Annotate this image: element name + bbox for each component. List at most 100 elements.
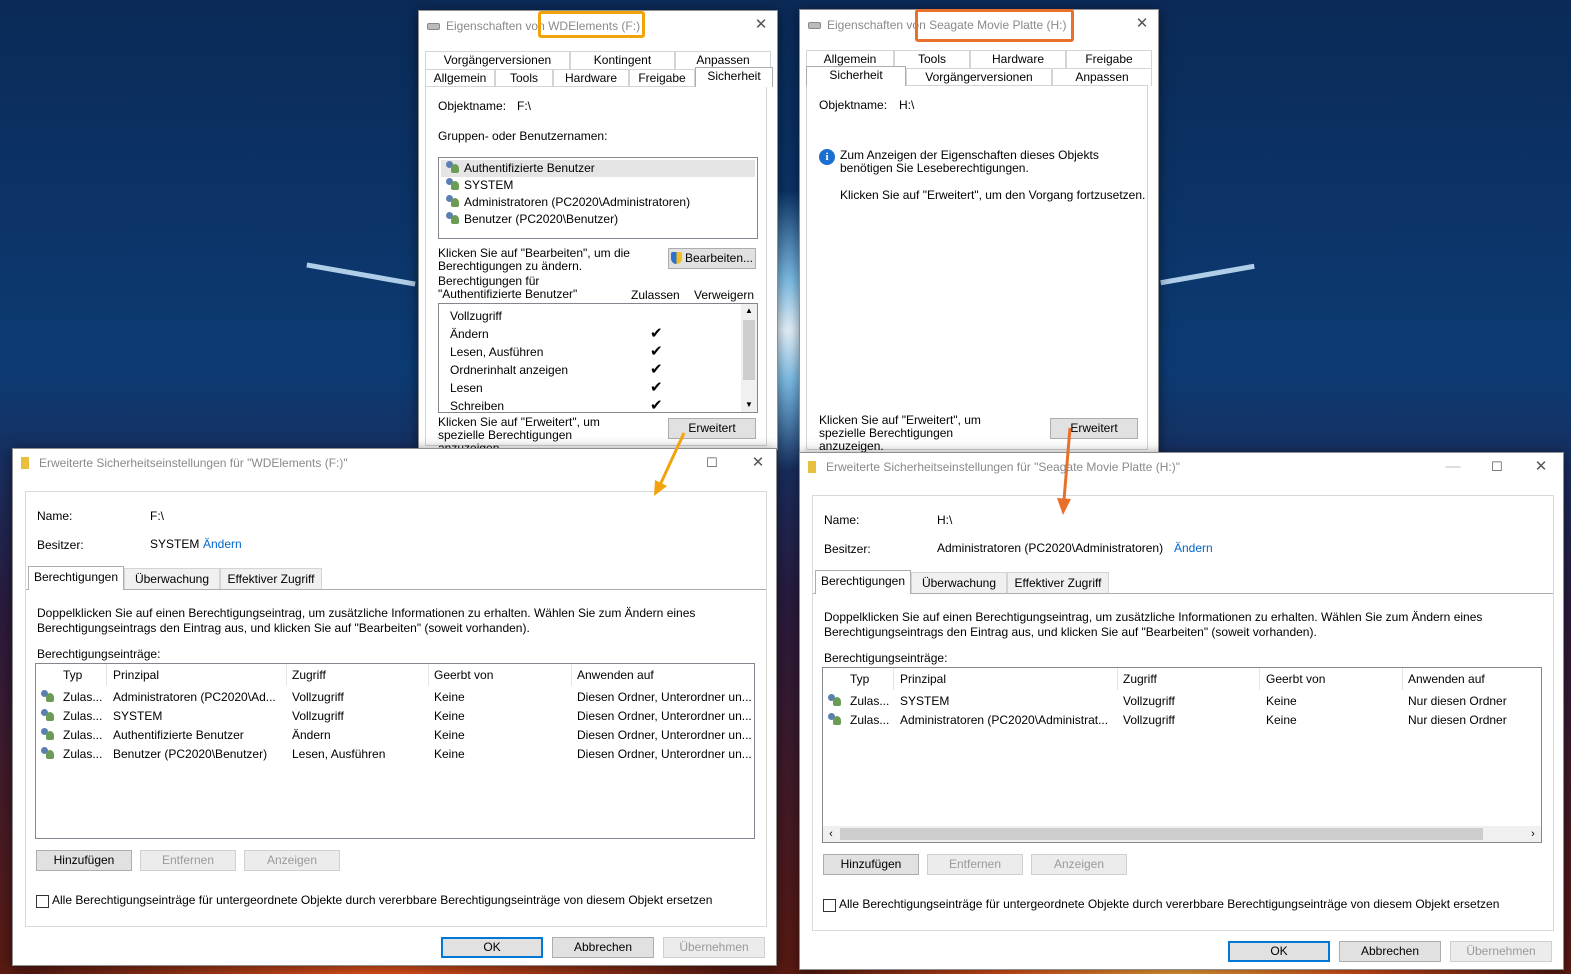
close-icon[interactable]: ✕ xyxy=(750,455,766,471)
tab-vorgaengerversionen[interactable]: Vorgängerversionen xyxy=(425,51,570,69)
column-header[interactable]: Typ xyxy=(63,668,82,682)
tab-hardware[interactable]: Hardware xyxy=(553,69,629,87)
scroll-thumb[interactable] xyxy=(743,320,755,380)
minimize-icon[interactable]: — xyxy=(1445,459,1461,475)
table-row[interactable]: Zulas... Administratoren (PC2020\Ad... Vol… xyxy=(40,688,752,707)
tab-berechtigungen[interactable]: Berechtigungen xyxy=(28,566,124,590)
horizontal-scrollbar[interactable]: ‹ › xyxy=(823,826,1541,842)
add-button[interactable]: Hinzufügen xyxy=(823,854,919,875)
tab-sicherheit[interactable]: Sicherheit xyxy=(806,66,906,86)
table-row[interactable]: Zulas... Authentifizierte Benutzer Ändern K… xyxy=(40,726,752,745)
tab-freigabe[interactable]: Freigabe xyxy=(1066,50,1152,68)
tab-berechtigungen[interactable]: Berechtigungen xyxy=(815,570,911,594)
edit-button[interactable]: Bearbeiten... xyxy=(668,248,756,269)
close-icon[interactable]: ✕ xyxy=(1134,16,1150,32)
tab-effektiver-zugriff[interactable]: Effektiver Zugriff xyxy=(220,568,322,590)
owner-label: Besitzer: xyxy=(37,538,84,552)
add-button[interactable]: Hinzufügen xyxy=(36,850,132,871)
checkmark-icon: ✔ xyxy=(650,325,663,342)
groups-list[interactable]: Authentifizierte Benutzer SYSTEM Adminis… xyxy=(438,157,758,239)
name-value: H:\ xyxy=(937,513,953,527)
highlight-box xyxy=(538,11,645,38)
column-allow: Zulassen xyxy=(631,288,680,302)
cancel-button[interactable]: Abbrechen xyxy=(552,937,654,958)
table-row[interactable]: Zulas... SYSTEM Vollzugriff Keine Diesen Ord… xyxy=(40,707,752,726)
folder-lock-icon xyxy=(808,461,816,473)
column-header[interactable]: Geerbt von xyxy=(1266,672,1325,686)
scroll-right-icon[interactable]: › xyxy=(1525,826,1541,842)
list-item[interactable]: SYSTEM xyxy=(441,177,517,194)
table-row[interactable]: Zulas... SYSTEM Vollzugriff Keine Nur diesen… xyxy=(827,692,1537,711)
highlight-box xyxy=(915,9,1074,42)
tab-freigabe[interactable]: Freigabe xyxy=(629,69,695,87)
scroll-down-icon[interactable]: ▼ xyxy=(741,398,757,412)
properties-window-right: Eigenschaften von Seagate Movie Platte (… xyxy=(799,9,1159,454)
column-header[interactable]: Zugriff xyxy=(292,668,326,682)
change-owner-link[interactable]: Ändern xyxy=(1174,541,1213,555)
arrow-annotation-right xyxy=(1057,427,1072,515)
ok-button[interactable]: OK xyxy=(1228,941,1330,962)
security-panel: Objektname: H:\ i Zum Anzeigen der Eigen… xyxy=(806,85,1148,453)
object-label: Objektname: xyxy=(438,99,507,113)
column-header[interactable]: Geerbt von xyxy=(434,668,493,682)
close-icon[interactable]: ✕ xyxy=(753,17,769,33)
remove-button[interactable]: Entfernen xyxy=(140,850,236,871)
tab-hardware[interactable]: Hardware xyxy=(970,50,1066,68)
info-text: Doppelklicken Sie auf einen Berechtigung… xyxy=(824,610,1483,639)
tab-vorgaengerversionen[interactable]: Vorgängerversionen xyxy=(906,68,1052,86)
tab-anpassen[interactable]: Anpassen xyxy=(1052,68,1152,86)
drive-icon xyxy=(427,22,440,30)
apply-button[interactable]: Übernehmen xyxy=(663,937,765,958)
users-icon xyxy=(445,212,461,225)
table-row[interactable]: Zulas... Administratoren (PC2020\Administ… xyxy=(827,711,1537,730)
cancel-button[interactable]: Abbrechen xyxy=(1339,941,1441,962)
groups-label: Gruppen- oder Benutzernamen: xyxy=(438,129,608,143)
scroll-up-icon[interactable]: ▲ xyxy=(741,304,757,318)
users-icon xyxy=(445,195,461,208)
table-row[interactable]: Zulas... Benutzer (PC2020\Benutzer) Lesen,… xyxy=(40,745,752,764)
ok-button[interactable]: OK xyxy=(441,937,543,958)
permissions-list[interactable]: Vollzugriff Ändern Lesen, Ausführen Ordn… xyxy=(438,303,758,413)
close-icon[interactable]: ✕ xyxy=(1533,459,1549,475)
table-header: Typ Prinzipal Zugriff Geerbt von Anwende… xyxy=(36,664,754,686)
maximize-icon[interactable]: ☐ xyxy=(704,455,720,471)
permission-entries-table[interactable]: Typ Prinzipal Zugriff Geerbt von Anwende… xyxy=(35,663,755,839)
tab-allgemein[interactable]: Allgemein xyxy=(425,69,495,87)
maximize-icon[interactable]: ☐ xyxy=(1489,459,1505,475)
info-text: Zum Anzeigen der Eigenschaften dieses Ob… xyxy=(840,148,1099,175)
scroll-left-icon[interactable]: ‹ xyxy=(823,826,839,842)
view-button[interactable]: Anzeigen xyxy=(244,850,340,871)
content-area: Name: F:\ Besitzer: SYSTEM Ändern Berech… xyxy=(25,491,767,927)
column-header[interactable]: Zugriff xyxy=(1123,672,1157,686)
tab-strip: Berechtigungen Überwachung Effektiver Zu… xyxy=(28,566,768,590)
list-item[interactable]: Authentifizierte Benutzer xyxy=(441,160,755,177)
name-label: Name: xyxy=(37,509,73,523)
tab-strip: Berechtigungen Überwachung Effektiver Zu… xyxy=(815,570,1555,594)
column-header[interactable]: Prinzipal xyxy=(113,668,159,682)
column-header[interactable]: Prinzipal xyxy=(900,672,946,686)
column-header[interactable]: Typ xyxy=(850,672,869,686)
remove-button[interactable]: Entfernen xyxy=(927,854,1023,875)
tab-ueberwachung[interactable]: Überwachung xyxy=(911,572,1007,594)
apply-button[interactable]: Übernehmen xyxy=(1450,941,1552,962)
tab-kontingent[interactable]: Kontingent xyxy=(570,51,675,69)
tab-effektiver-zugriff[interactable]: Effektiver Zugriff xyxy=(1007,572,1109,594)
permission-entries-table[interactable]: Typ Prinzipal Zugriff Geerbt von Anwende… xyxy=(822,667,1542,843)
list-item[interactable]: Benutzer (PC2020\Benutzer) xyxy=(441,211,622,228)
replace-checkbox[interactable] xyxy=(823,899,836,912)
tab-sicherheit[interactable]: Sicherheit xyxy=(695,67,773,87)
tab-tools[interactable]: Tools xyxy=(495,69,553,87)
view-button[interactable]: Anzeigen xyxy=(1031,854,1127,875)
users-icon xyxy=(445,178,461,191)
scrollbar[interactable]: ▲ ▼ xyxy=(741,304,757,412)
tab-ueberwachung[interactable]: Überwachung xyxy=(124,568,220,590)
replace-checkbox[interactable] xyxy=(36,895,49,908)
scroll-thumb[interactable] xyxy=(840,828,1483,840)
column-header[interactable]: Anwenden auf xyxy=(577,668,654,682)
perm-name: Schreiben xyxy=(450,399,505,413)
column-header[interactable]: Anwenden auf xyxy=(1408,672,1485,686)
list-item[interactable]: Administratoren (PC2020\Administratoren) xyxy=(441,194,694,211)
replace-label: Alle Berechtigungseinträge für untergeor… xyxy=(52,893,713,907)
change-owner-link[interactable]: Ändern xyxy=(203,537,242,551)
entries-label: Berechtigungseinträge: xyxy=(37,647,161,661)
